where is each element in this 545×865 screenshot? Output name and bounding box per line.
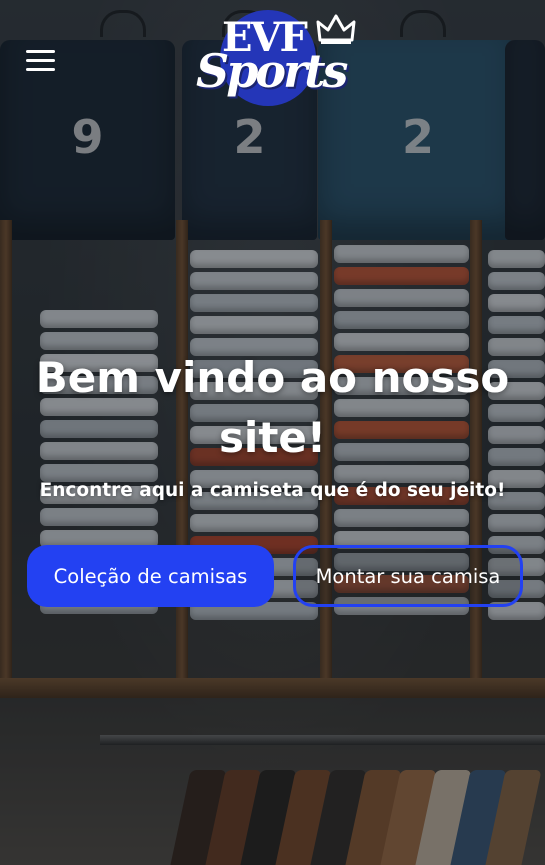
hamburger-menu-button[interactable]: [26, 50, 58, 76]
build-your-shirt-button[interactable]: Montar sua camisa: [293, 545, 523, 607]
hero-subtitle: Encontre aqui a camiseta que é do seu je…: [39, 480, 506, 501]
hamburger-menu-icon: [26, 68, 55, 71]
crown-icon: [316, 14, 356, 44]
hero-title: Bem vindo ao nosso site!: [35, 353, 510, 462]
hamburger-menu-icon: [26, 50, 55, 53]
logo-text-sports: Sports: [196, 44, 348, 98]
site-logo[interactable]: EVF Sports: [192, 6, 362, 112]
shirt-collection-button[interactable]: Coleção de camisas: [27, 545, 274, 607]
hamburger-menu-icon: [26, 59, 55, 62]
